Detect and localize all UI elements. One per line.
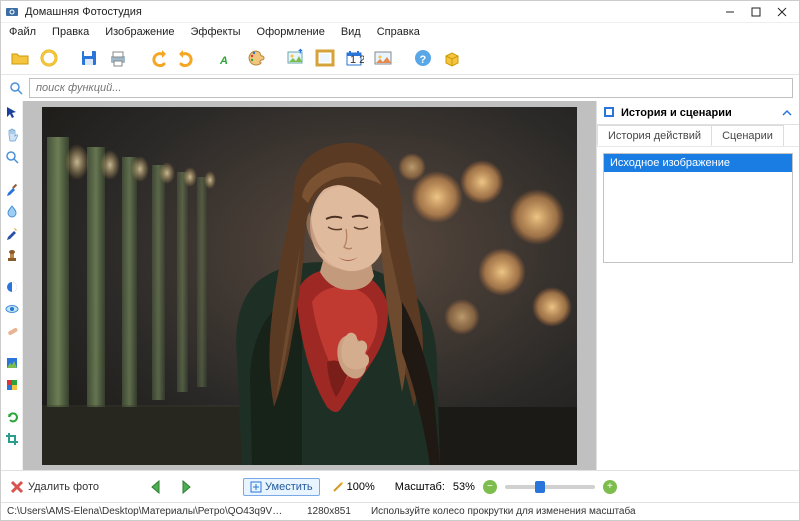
photo-canvas[interactable] — [42, 107, 577, 465]
right-panel-title: История и сценарии — [621, 107, 732, 119]
menu-effects[interactable]: Эффекты — [187, 25, 245, 39]
adjust-tool[interactable] — [4, 279, 20, 295]
main-area: История и сценарии История действий Сцен… — [1, 101, 799, 470]
status-hint: Используйте колесо прокрутки для изменен… — [371, 506, 793, 517]
canvas-area[interactable] — [23, 101, 596, 470]
search-input[interactable] — [29, 78, 793, 98]
right-panel-header: История и сценарии — [597, 101, 799, 125]
status-filepath: C:\Users\AMS-Elena\Desktop\Материалы\Рет… — [7, 506, 287, 517]
collage-button[interactable] — [370, 45, 396, 71]
menu-help[interactable]: Справка — [373, 25, 424, 39]
window-minimize-button[interactable] — [717, 2, 743, 22]
delete-photo-button[interactable]: Удалить фото — [9, 479, 99, 495]
open-button[interactable] — [7, 45, 33, 71]
zoom-tool[interactable] — [4, 149, 20, 165]
hundred-percent-button[interactable]: 100% — [328, 479, 379, 495]
redo-button[interactable] — [174, 45, 200, 71]
crop-tool[interactable] — [4, 431, 20, 447]
stamp-tool[interactable] — [4, 247, 20, 263]
tab-scenarios[interactable]: Сценарии — [711, 125, 784, 146]
delete-icon — [9, 479, 25, 495]
search-icon — [7, 79, 25, 97]
right-tabs: История действий Сценарии — [597, 125, 799, 147]
help-button[interactable]: ? — [410, 45, 436, 71]
zoom-in-button[interactable]: + — [603, 480, 617, 494]
menu-design[interactable]: Оформление — [253, 25, 329, 39]
scale-label: Масштаб: — [395, 481, 445, 493]
collapse-icon[interactable] — [781, 107, 793, 119]
history-list[interactable]: Исходное изображение — [603, 153, 793, 263]
blur-tool[interactable] — [4, 203, 20, 219]
heal-tool[interactable] — [4, 323, 20, 339]
window-title: Домашняя Фотостудия — [25, 6, 717, 18]
calendar-button[interactable]: 1 2 — [341, 45, 367, 71]
app-icon — [5, 5, 19, 19]
fit-button[interactable]: Уместить — [243, 478, 320, 496]
process-button[interactable] — [36, 45, 62, 71]
rotate-tool[interactable] — [4, 409, 20, 425]
menu-edit[interactable]: Правка — [48, 25, 93, 39]
status-bar: C:\Users\AMS-Elena\Desktop\Материалы\Рет… — [1, 502, 799, 520]
menu-file[interactable]: Файл — [5, 25, 40, 39]
svg-text:A: A — [219, 55, 228, 67]
tab-history[interactable]: История действий — [597, 125, 712, 146]
fit-label: Уместить — [265, 481, 313, 493]
save-button[interactable] — [76, 45, 102, 71]
tools-sidebar — [1, 101, 23, 470]
bottom-toolbar: Удалить фото Уместить 100% Масштаб: 53% … — [1, 470, 799, 502]
zoom-slider-thumb[interactable] — [535, 481, 545, 493]
undo-button[interactable] — [145, 45, 171, 71]
history-icon — [603, 106, 617, 120]
text-button[interactable]: A — [214, 45, 240, 71]
status-dimensions: 1280x851 — [307, 506, 351, 517]
right-panel: История и сценарии История действий Сцен… — [596, 101, 799, 470]
channels-tool[interactable] — [4, 377, 20, 393]
next-photo-button[interactable] — [175, 476, 197, 498]
window-close-button[interactable] — [769, 2, 795, 22]
pencil-tool[interactable] — [4, 225, 20, 241]
brush-tool[interactable] — [4, 181, 20, 197]
history-item-original[interactable]: Исходное изображение — [604, 154, 792, 172]
palette-button[interactable] — [243, 45, 269, 71]
menu-view[interactable]: Вид — [337, 25, 365, 39]
zoom-out-button[interactable]: − — [483, 480, 497, 494]
print-button[interactable] — [105, 45, 131, 71]
redeye-tool[interactable] — [4, 301, 20, 317]
window-titlebar: Домашняя Фотостудия — [1, 1, 799, 23]
hand-tool[interactable] — [4, 127, 20, 143]
main-toolbar: A 1 2 ? — [1, 41, 799, 75]
fit-icon — [250, 481, 262, 493]
scale-value: 53% — [453, 481, 475, 493]
insert-image-button[interactable] — [283, 45, 309, 71]
search-bar — [1, 75, 799, 101]
prev-photo-button[interactable] — [145, 476, 167, 498]
arrow-tool[interactable] — [4, 105, 20, 121]
hundred-label: 100% — [347, 481, 375, 493]
menubar: Файл Правка Изображение Эффекты Оформлен… — [1, 23, 799, 41]
svg-text:?: ? — [420, 54, 427, 66]
wand-icon — [332, 481, 344, 493]
levels-tool[interactable] — [4, 355, 20, 371]
box-button[interactable] — [439, 45, 465, 71]
zoom-slider[interactable] — [505, 485, 595, 489]
frame-button[interactable] — [312, 45, 338, 71]
window-maximize-button[interactable] — [743, 2, 769, 22]
svg-text:1 2: 1 2 — [350, 54, 364, 66]
menu-image[interactable]: Изображение — [101, 25, 178, 39]
delete-label: Удалить фото — [28, 481, 99, 493]
